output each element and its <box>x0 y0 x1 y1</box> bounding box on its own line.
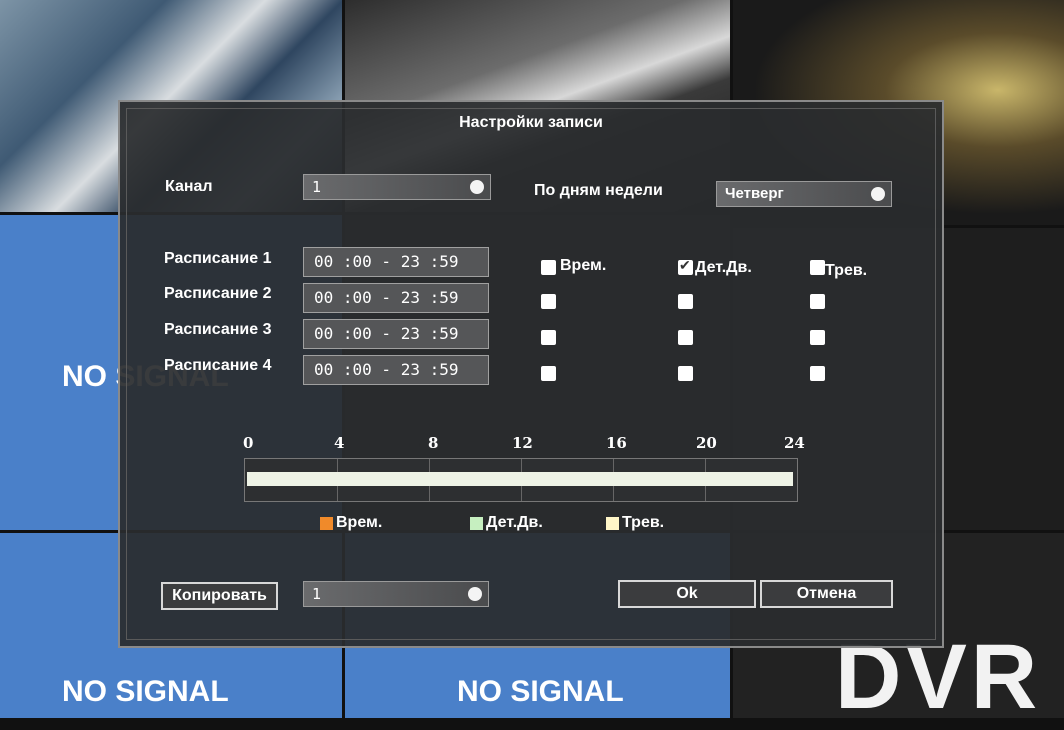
weekday-value: Четверг <box>725 185 784 202</box>
timeline-tick: 24 <box>784 434 805 452</box>
no-signal-text: NO SIGNAL <box>457 675 624 708</box>
schedule-timeline <box>244 458 798 502</box>
weekday-select[interactable]: Четверг <box>716 181 892 207</box>
schedule-3-time[interactable]: 00 :00 - 23 :59 <box>303 319 489 349</box>
timeline-recording-bar <box>247 472 793 486</box>
legend-alarm: Трев. <box>606 514 664 532</box>
legend-swatch-alarm <box>606 516 619 530</box>
record-settings-dialog: Настройки записи Канал 1 По дням недели … <box>118 100 944 648</box>
channel-select[interactable]: 1 <box>303 174 491 200</box>
legend-swatch-motion <box>470 516 483 530</box>
schedule-4-time-checkbox[interactable] <box>541 366 556 381</box>
copy-button[interactable]: Копировать <box>161 582 278 610</box>
check-header-alarm: Трев. <box>825 262 868 279</box>
schedule-2-motion-checkbox[interactable] <box>678 294 693 309</box>
check-header-time: Врем. <box>560 257 607 274</box>
legend-swatch-time <box>320 516 333 530</box>
schedule-3-label: Расписание 3 <box>164 321 272 338</box>
timeline-tick: 12 <box>512 434 533 452</box>
dropdown-knob-icon <box>871 187 885 201</box>
schedule-1-alarm-checkbox[interactable] <box>810 260 825 275</box>
timeline-tick: 8 <box>428 434 439 452</box>
ok-button[interactable]: Ok <box>618 580 756 608</box>
dialog-title: Настройки записи <box>459 114 603 131</box>
check-header-motion: Дет.Дв. <box>695 259 752 276</box>
copy-target-select[interactable]: 1 <box>303 581 489 607</box>
schedule-3-alarm-checkbox[interactable] <box>810 330 825 345</box>
dropdown-knob-icon <box>468 587 482 601</box>
schedule-3-time-checkbox[interactable] <box>541 330 556 345</box>
channel-label: Канал <box>165 178 213 195</box>
schedule-3-motion-checkbox[interactable] <box>678 330 693 345</box>
schedule-4-alarm-checkbox[interactable] <box>810 366 825 381</box>
schedule-4-label: Расписание 4 <box>164 357 272 374</box>
weekday-label: По дням недели <box>534 182 663 199</box>
legend-label-alarm: Трев. <box>622 514 665 531</box>
channel-value: 1 <box>312 178 322 196</box>
legend-label-time: Врем. <box>336 514 383 531</box>
legend-label-motion: Дет.Дв. <box>486 514 543 531</box>
timeline-tick: 16 <box>606 434 627 452</box>
legend-motion: Дет.Дв. <box>470 514 543 532</box>
schedule-2-alarm-checkbox[interactable] <box>810 294 825 309</box>
schedule-2-time[interactable]: 00 :00 - 23 :59 <box>303 283 489 313</box>
timeline-tick: 4 <box>334 434 345 452</box>
schedule-1-time-checkbox[interactable] <box>541 260 556 275</box>
schedule-2-label: Расписание 2 <box>164 285 272 302</box>
cancel-button[interactable]: Отмена <box>760 580 893 608</box>
schedule-2-time-checkbox[interactable] <box>541 294 556 309</box>
timeline-tick: 0 <box>243 434 254 452</box>
schedule-1-time[interactable]: 00 :00 - 23 :59 <box>303 247 489 277</box>
schedule-4-motion-checkbox[interactable] <box>678 366 693 381</box>
no-signal-text: NO SIGNAL <box>62 675 229 708</box>
timeline-tick: 20 <box>696 434 717 452</box>
copy-target-value: 1 <box>312 585 322 603</box>
schedule-1-label: Расписание 1 <box>164 250 272 267</box>
legend-time: Врем. <box>320 514 382 532</box>
dropdown-knob-icon <box>470 180 484 194</box>
schedule-1-motion-checkbox[interactable] <box>678 257 693 275</box>
schedule-4-time[interactable]: 00 :00 - 23 :59 <box>303 355 489 385</box>
